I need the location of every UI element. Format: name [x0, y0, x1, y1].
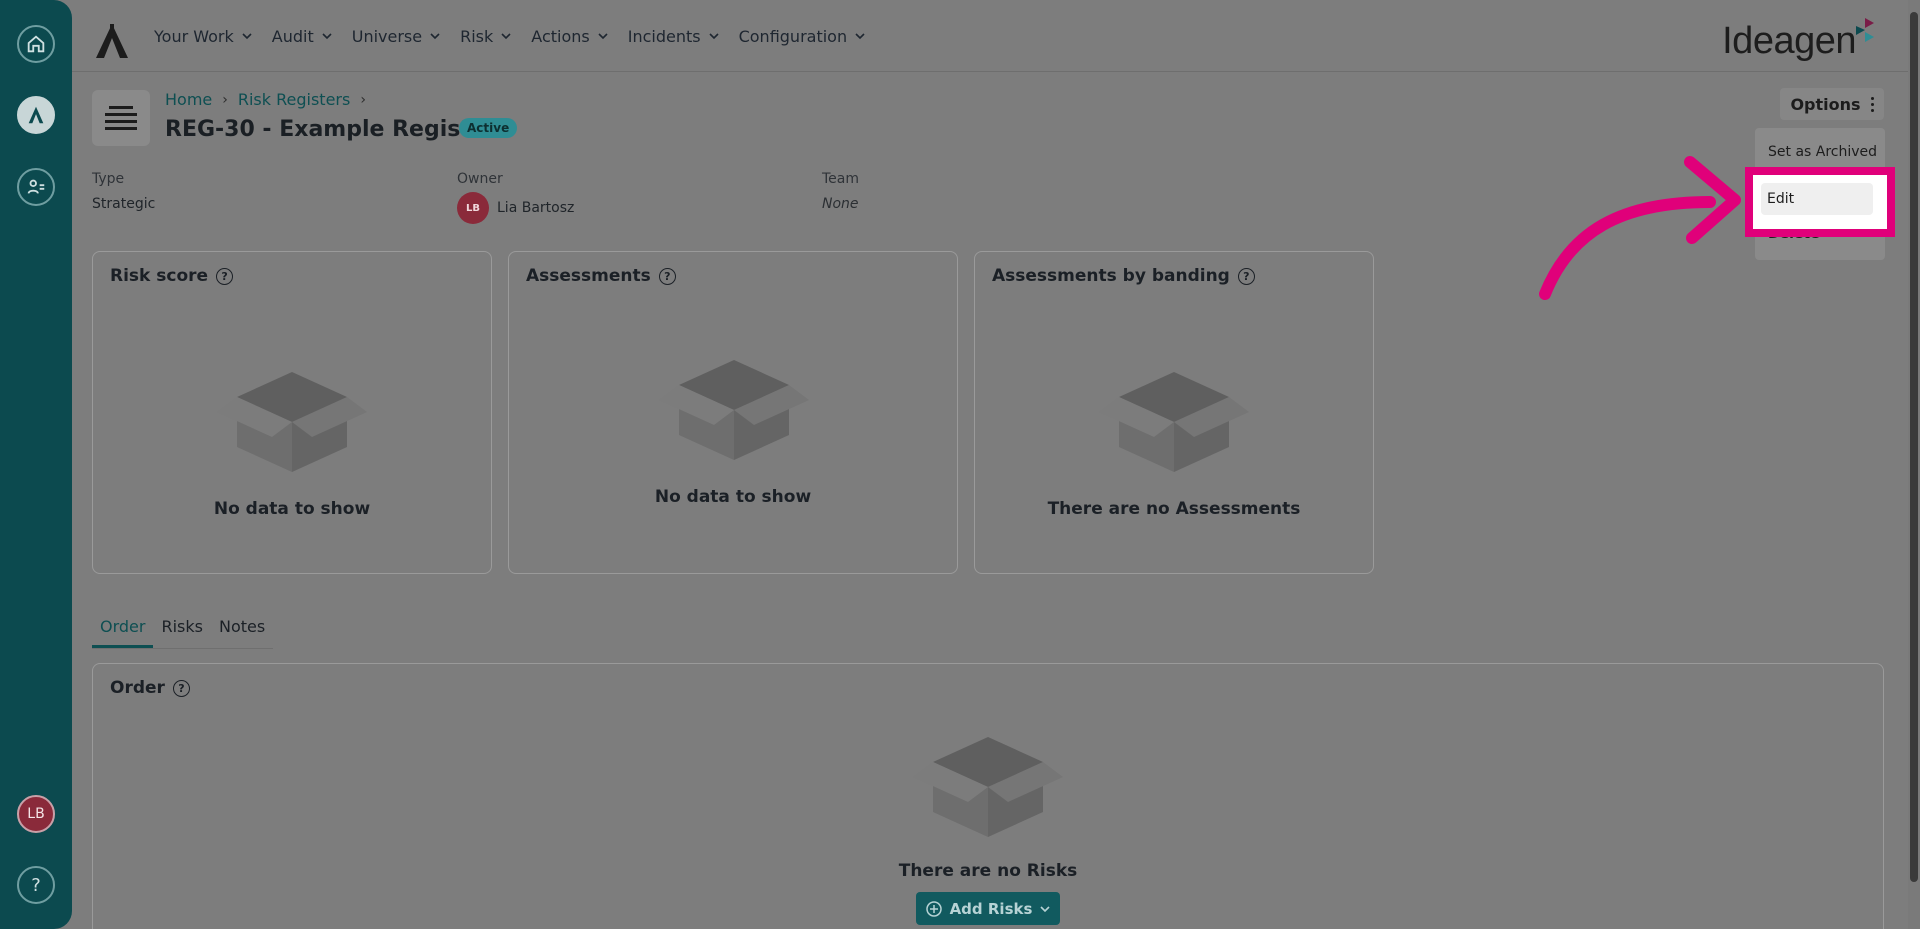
nav-actions[interactable]: Actions	[531, 27, 608, 46]
breadcrumb-risk-registers[interactable]: Risk Registers	[238, 90, 350, 109]
menu-edit[interactable]: Edit	[1761, 183, 1873, 215]
top-navigation: Your Work Audit Universe Risk Actions In…	[72, 0, 1920, 72]
highlight-frame: Edit	[1745, 167, 1895, 237]
chevron-down-icon	[855, 33, 865, 40]
nav-your-work[interactable]: Your Work	[154, 27, 252, 46]
tab-risks[interactable]: Risks	[153, 614, 211, 648]
plus-circle-icon	[925, 900, 942, 917]
help-icon[interactable]: ?	[172, 679, 190, 697]
empty-box-icon	[217, 372, 367, 472]
scroll-thumb[interactable]	[1910, 12, 1918, 882]
chevron-down-icon	[1040, 905, 1050, 912]
menu-set-archived[interactable]: Set as Archived	[1768, 144, 1877, 160]
more-vertical-icon	[1870, 96, 1874, 112]
help-icon[interactable]: ?	[216, 267, 234, 285]
app-logo-icon[interactable]	[94, 24, 130, 58]
help-icon[interactable]: ?	[17, 866, 55, 904]
empty-box-icon	[913, 737, 1063, 837]
scrollbar[interactable]	[1908, 0, 1920, 929]
brand-mark-icon	[1856, 18, 1874, 42]
nav-configuration[interactable]: Configuration	[739, 27, 866, 46]
chevron-down-icon	[501, 33, 511, 40]
owner-field: Owner LB Lia Bartosz	[457, 171, 574, 224]
brand-logo: Ideagen	[1722, 20, 1856, 62]
nav-universe[interactable]: Universe	[352, 27, 440, 46]
user-avatar[interactable]: LB	[17, 795, 55, 833]
nav-risk[interactable]: Risk	[460, 27, 511, 46]
tab-bar: Order Risks Notes	[92, 614, 274, 649]
tab-notes[interactable]: Notes	[211, 614, 273, 648]
chevron-right-icon: ›	[222, 91, 228, 108]
breadcrumb: Home › Risk Registers ›	[165, 90, 366, 109]
empty-box-icon	[1099, 372, 1249, 472]
order-card: Order? There are no Risks	[92, 663, 1884, 929]
assessments-by-banding-card: Assessments by banding? There are no Ass…	[974, 251, 1374, 574]
type-field: Type Strategic	[92, 171, 156, 212]
help-icon[interactable]: ?	[1237, 267, 1255, 285]
options-button[interactable]: Options	[1780, 88, 1884, 120]
people-icon[interactable]	[17, 168, 55, 206]
tab-order[interactable]: Order	[92, 614, 154, 648]
assessments-card: Assessments? No data to show	[508, 251, 958, 574]
chevron-down-icon	[430, 33, 440, 40]
register-icon	[92, 90, 150, 146]
team-field: Team None	[822, 171, 860, 212]
status-badge: Active	[459, 118, 518, 138]
chevron-down-icon	[709, 33, 719, 40]
chevron-down-icon	[322, 33, 332, 40]
empty-box-icon	[659, 360, 809, 460]
sidebar: LB ?	[0, 0, 72, 929]
home-icon[interactable]	[17, 25, 55, 63]
add-risks-button[interactable]: Add Risks	[916, 892, 1060, 925]
app-logo-icon[interactable]	[17, 96, 55, 134]
chevron-down-icon	[598, 33, 608, 40]
nav-incidents[interactable]: Incidents	[628, 27, 719, 46]
chevron-right-icon: ›	[360, 91, 366, 108]
pointer-arrow-icon	[1539, 156, 1741, 300]
main-menu: Your Work Audit Universe Risk Actions In…	[154, 0, 885, 72]
chevron-down-icon	[242, 33, 252, 40]
page-title: REG-30 - Example Register	[165, 117, 497, 142]
risk-score-card: Risk score? No data to show	[92, 251, 492, 574]
breadcrumb-home[interactable]: Home	[165, 90, 212, 109]
help-icon[interactable]: ?	[658, 267, 676, 285]
owner-avatar: LB	[457, 192, 489, 224]
nav-audit[interactable]: Audit	[272, 27, 332, 46]
